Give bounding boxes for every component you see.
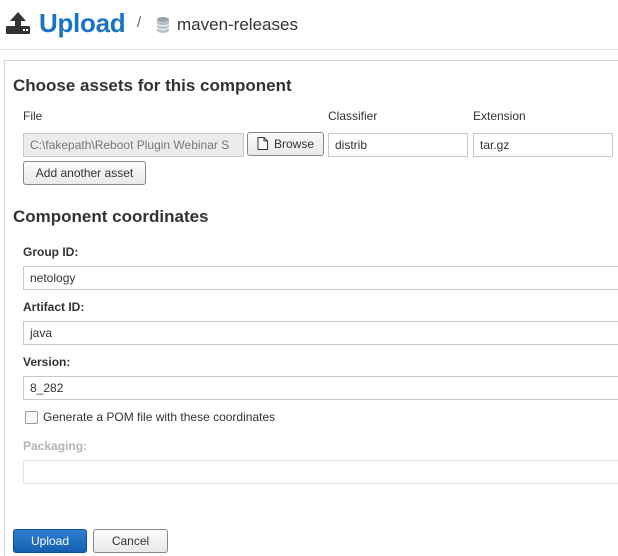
classifier-input[interactable]: distrib [328,133,468,157]
file-icon [257,137,268,151]
cancel-button[interactable]: Cancel [93,529,168,553]
packaging-input [23,460,618,484]
group-id-input[interactable]: netology [23,266,618,290]
database-icon [156,17,170,33]
file-path-field[interactable]: C:\fakepath\Reboot Plugin Webinar S [23,133,244,157]
breadcrumb-repository[interactable]: maven-releases [177,15,298,35]
generate-pom-label: Generate a POM file with these coordinat… [43,410,276,424]
generate-pom-checkbox[interactable] [25,411,38,424]
browse-button[interactable]: Browse [247,132,324,156]
version-input[interactable]: 8_282 [23,376,618,400]
assets-heading: Choose assets for this component [13,76,292,95]
page-title: Upload [39,8,126,38]
page-header: Upload / maven-releases [0,0,618,50]
artifact-id-input[interactable]: java [23,321,618,345]
version-label: Version: [23,355,71,369]
coordinates-heading: Component coordinates [13,207,209,226]
extension-input[interactable]: tar.gz [473,133,613,157]
extension-label: Extension [473,109,526,123]
file-label: File [23,109,43,123]
upload-form-panel: Choose assets for this component File Cl… [4,60,618,556]
breadcrumb-separator: / [137,14,142,31]
upload-icon [6,12,30,34]
browse-button-label: Browse [273,137,314,151]
add-asset-button[interactable]: Add another asset [23,161,146,185]
classifier-label: Classifier [328,109,378,123]
upload-button[interactable]: Upload [13,529,87,553]
group-id-label: Group ID: [23,245,79,259]
packaging-label: Packaging: [23,439,88,453]
artifact-id-label: Artifact ID: [23,300,85,314]
